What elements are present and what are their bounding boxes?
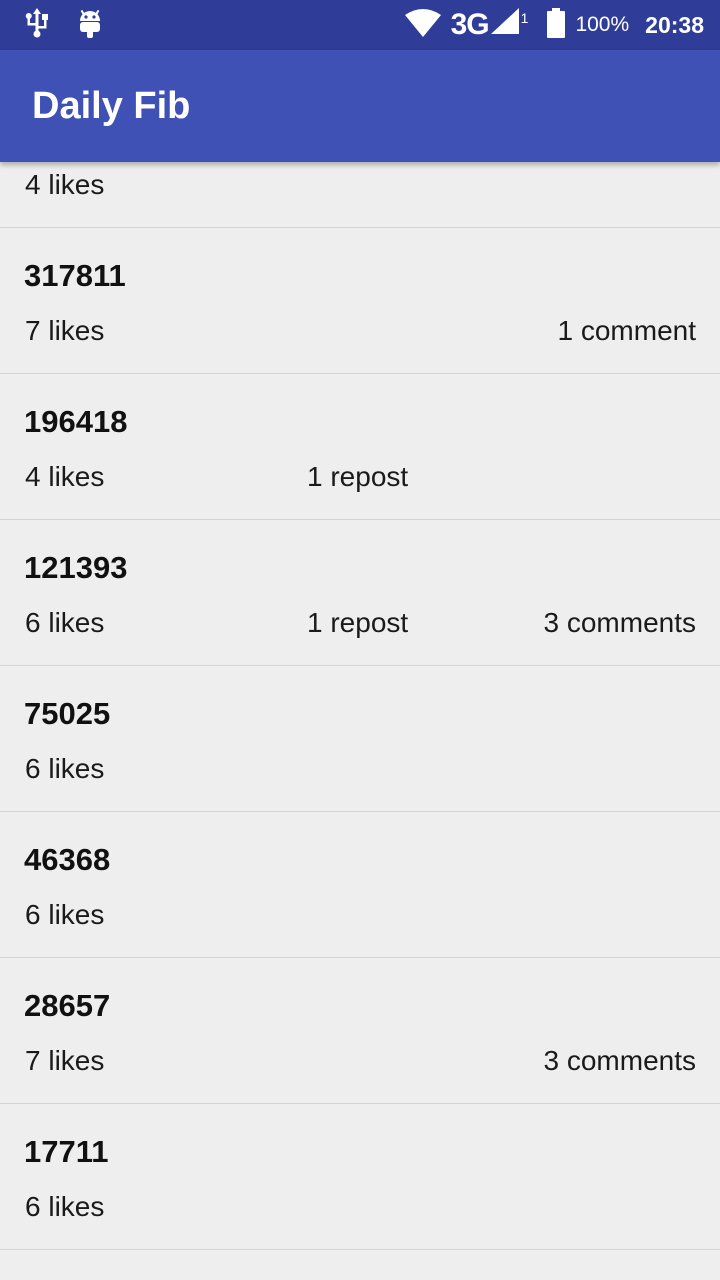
likes-count: 7 likes [25, 315, 105, 346]
item-stats: 6 likes [24, 899, 696, 939]
battery-percent: 100% [575, 13, 630, 36]
list-item[interactable]: 75025 6 likes [0, 666, 720, 812]
status-bar: 3G 1 100% 20:38 [0, 0, 720, 50]
fib-number: 17711 [24, 1134, 109, 1169]
likes-count: 6 likes [25, 753, 105, 784]
wifi-icon [404, 8, 441, 42]
network-type-label: 3G [450, 8, 490, 41]
likes-count: 6 likes [25, 1191, 105, 1222]
sim-slot-indicator: 1 [520, 10, 529, 26]
item-stats: 6 likes 1 repost 3 comments [24, 607, 696, 647]
status-bar-notifications [24, 0, 102, 50]
item-stats: 6 likes [24, 1191, 696, 1231]
list-item[interactable]: 28657 7 likes 3 comments [0, 958, 720, 1104]
likes-count: 7 likes [25, 1045, 105, 1076]
list-item[interactable]: 17711 6 likes [0, 1104, 720, 1250]
fib-number: 121393 [24, 550, 128, 585]
app-title: Daily Fib [32, 85, 191, 127]
fib-number: 317811 [24, 258, 126, 293]
list-item[interactable]: 46368 6 likes [0, 812, 720, 958]
clock: 20:38 [645, 11, 704, 38]
fib-number: 196418 [24, 404, 128, 439]
list-item[interactable]: 317811 7 likes 1 comment [0, 228, 720, 374]
likes-count: 4 likes [25, 461, 105, 492]
list-item[interactable]: 196418 4 likes 1 repost [0, 374, 720, 520]
item-stats: 7 likes 1 comment [24, 315, 696, 355]
item-stats: 6 likes [24, 753, 696, 793]
app-bar: Daily Fib [0, 50, 720, 162]
likes-count: 4 likes [25, 169, 105, 200]
comments-count: 3 comments [543, 607, 697, 638]
post-list[interactable]: 4 likes 317811 7 likes 1 comment 196418 … [0, 82, 720, 1250]
list-item[interactable]: 121393 6 likes 1 repost 3 comments [0, 520, 720, 666]
item-stats: 4 likes 1 repost [24, 461, 696, 501]
fib-number: 46368 [24, 842, 111, 877]
likes-count: 6 likes [25, 899, 105, 930]
reposts-count: 1 repost [307, 607, 409, 638]
comments-count: 1 comment [557, 315, 697, 346]
comments-count: 3 comments [543, 1045, 697, 1076]
item-stats: 7 likes 3 comments [24, 1045, 696, 1085]
fib-number: 28657 [24, 988, 111, 1023]
battery-icon [547, 7, 566, 43]
fib-number: 75025 [24, 696, 111, 731]
reposts-count: 1 repost [307, 461, 409, 492]
likes-count: 6 likes [25, 607, 105, 638]
status-bar-system: 3G 1 100% 20:38 [404, 0, 704, 50]
item-stats: 4 likes [24, 169, 696, 209]
network-type: 3G 1 [451, 8, 528, 42]
usb-icon [24, 7, 50, 43]
cell-signal-icon [490, 8, 519, 42]
android-debug-icon [78, 7, 102, 44]
